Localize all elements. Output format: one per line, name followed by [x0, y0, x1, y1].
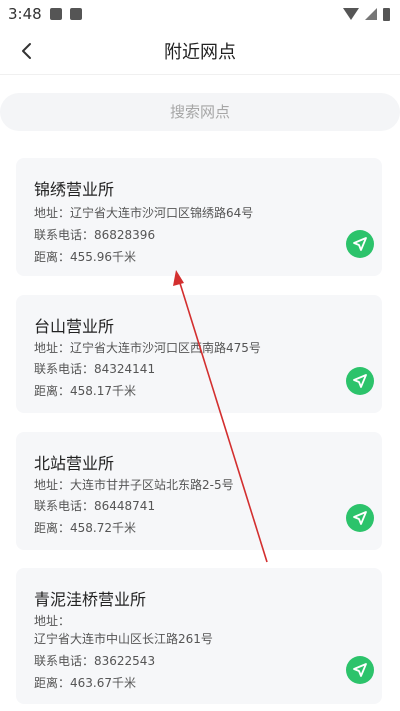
outlet-distance: 距离：463.67千米: [34, 676, 136, 690]
navigate-button[interactable]: [346, 504, 374, 532]
navigation-arrow-icon: [353, 237, 367, 251]
search-bar[interactable]: [0, 93, 400, 131]
signal-icon: [365, 8, 377, 20]
outlet-distance: 距离：458.72千米: [34, 521, 136, 535]
app-notification-icon: [69, 8, 82, 20]
outlet-name: 台山营业所: [34, 317, 115, 336]
back-button[interactable]: [12, 36, 42, 66]
outlet-card[interactable]: 台山营业所 地址：辽宁省大连市沙河口区西南路475号 联系电话：84324141…: [16, 295, 382, 413]
outlet-phone[interactable]: 联系电话：86448741: [34, 497, 155, 514]
outlet-address: 辽宁省大连市中山区长江路261号: [34, 632, 213, 646]
outlet-distance: 距离：458.17千米: [34, 384, 136, 398]
app-header: 附近网点: [0, 28, 400, 75]
status-bar-left: 3:48: [8, 5, 82, 23]
navigate-button[interactable]: [346, 656, 374, 684]
status-time: 3:48: [8, 5, 42, 23]
battery-icon: [383, 7, 390, 21]
outlet-name: 锦绣营业所: [34, 180, 115, 199]
navigation-arrow-icon: [353, 374, 367, 388]
chevron-left-icon: [22, 43, 31, 59]
outlet-address-label: 地址：: [34, 614, 71, 628]
outlet-name: 青泥洼桥营业所: [34, 590, 147, 609]
outlet-list: 锦绣营业所 地址：辽宁省大连市沙河口区锦绣路64号 联系电话：86828396 …: [0, 146, 400, 711]
outlet-address: 地址：大连市甘井子区站北东路2-5号: [34, 478, 234, 492]
status-bar-right: [343, 7, 390, 21]
outlet-phone[interactable]: 联系电话：84324141: [34, 360, 155, 377]
status-bar: 3:48: [0, 0, 400, 28]
wifi-icon: [343, 8, 359, 20]
search-section: [0, 75, 400, 131]
search-input[interactable]: [0, 102, 400, 122]
outlet-address: 地址：辽宁省大连市沙河口区锦绣路64号: [34, 206, 254, 220]
image-notification-icon: [49, 8, 62, 20]
outlet-name: 北站营业所: [34, 454, 115, 473]
outlet-card[interactable]: 北站营业所 地址：大连市甘井子区站北东路2-5号 联系电话：86448741 距…: [16, 432, 382, 550]
outlet-card[interactable]: 锦绣营业所 地址：辽宁省大连市沙河口区锦绣路64号 联系电话：86828396 …: [16, 158, 382, 276]
outlet-phone[interactable]: 联系电话：86828396: [34, 226, 155, 243]
navigate-button[interactable]: [346, 367, 374, 395]
navigate-button[interactable]: [346, 230, 374, 258]
navigation-arrow-icon: [353, 663, 367, 677]
page-title: 附近网点: [164, 42, 236, 63]
navigation-arrow-icon: [353, 511, 367, 525]
outlet-card[interactable]: 青泥洼桥营业所 地址： 辽宁省大连市中山区长江路261号 联系电话：836225…: [16, 568, 382, 704]
outlet-phone[interactable]: 联系电话：83622543: [34, 652, 155, 669]
outlet-distance: 距离：455.96千米: [34, 250, 136, 264]
outlet-address: 地址：辽宁省大连市沙河口区西南路475号: [34, 341, 261, 355]
